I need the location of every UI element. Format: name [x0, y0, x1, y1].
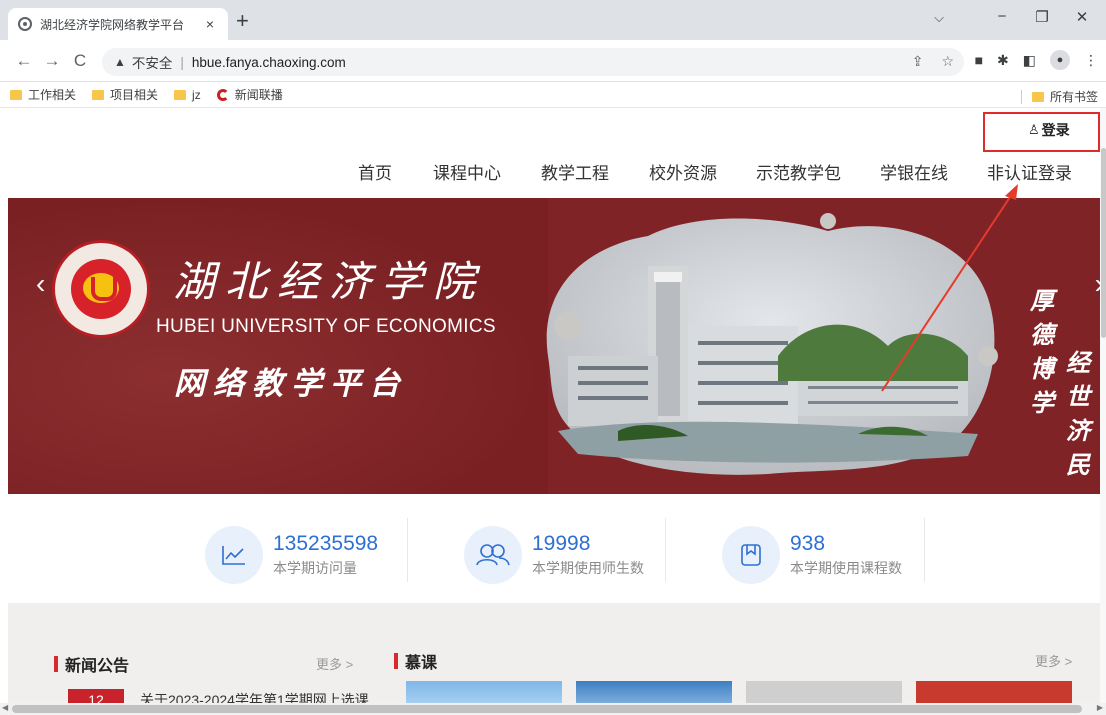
nav-item-teaching-project[interactable]: 教学工程	[541, 159, 609, 184]
tab-strip: 湖北经济学院网络教学平台 × + ⌵ − ❐ ✕	[0, 0, 1106, 40]
stat-label: 本学期使用师生数	[532, 560, 644, 576]
folder-icon	[1031, 91, 1044, 102]
main-navigation: 首页 课程中心 教学工程 校外资源 示范教学包 学银在线 非认证登录	[0, 159, 1106, 189]
banner-prev-arrow[interactable]: ‹	[36, 268, 45, 300]
stat-value: 938	[790, 532, 826, 555]
campus-photo	[546, 213, 998, 475]
nav-item-demo-package[interactable]: 示范教学包	[756, 159, 841, 184]
bookmark-label: 新闻联播	[234, 88, 283, 102]
title-accent-bar	[394, 653, 398, 669]
extension-icon[interactable]: ■	[975, 52, 983, 68]
bookmark-news[interactable]: 新闻联播	[216, 86, 283, 103]
back-button[interactable]: ←	[10, 51, 38, 71]
bookmark-label: 工作相关	[28, 88, 77, 102]
puzzle-icon[interactable]: ✱	[997, 52, 1009, 69]
vertical-scrollbar[interactable]	[1100, 108, 1106, 703]
address-separator: |	[180, 54, 184, 70]
stat-label: 本学期访问量	[273, 560, 357, 576]
close-window-button[interactable]: ✕	[1062, 8, 1102, 26]
platform-name: 网络教学平台	[174, 366, 408, 402]
share-icon[interactable]: ⇪	[912, 53, 924, 70]
reload-button[interactable]: C	[66, 51, 94, 71]
stat-courses: 938 本学期使用课程数	[722, 516, 902, 594]
hero-banner: ‹ 湖北经济学院 HUBEI UNIVERSITY OF ECONOMICS 网…	[8, 198, 1106, 494]
stat-divider	[665, 518, 666, 582]
extension-icons: ■ ✱ ◧ ● ⋮	[975, 50, 1098, 70]
bookmark-folder-work[interactable]: 工作相关	[10, 86, 76, 103]
profile-avatar-icon[interactable]: ●	[1050, 50, 1070, 70]
warning-icon[interactable]: ▲	[114, 55, 126, 69]
scroll-thumb[interactable]	[1101, 148, 1106, 338]
nav-item-xueyin-online[interactable]: 学银在线	[880, 159, 948, 184]
bookmark-star-icon[interactable]: ☆	[941, 53, 954, 70]
news-title-text: 新闻公告	[65, 658, 130, 675]
window-controls: − ❐ ✕	[982, 8, 1102, 26]
stat-label: 本学期使用课程数	[790, 560, 902, 576]
browser-tab[interactable]: 湖北经济学院网络教学平台 ×	[8, 8, 228, 40]
new-tab-button[interactable]: +	[236, 10, 249, 32]
stat-divider	[924, 518, 925, 582]
bookmark-label: jz	[192, 87, 201, 102]
nav-item-home[interactable]: 首页	[358, 159, 392, 184]
university-english-name: HUBEI UNIVERSITY OF ECONOMICS	[156, 316, 496, 337]
bookmark-folder-jz[interactable]: jz	[174, 88, 201, 102]
globe-icon	[18, 17, 32, 31]
user-icon: ♙	[1028, 122, 1040, 137]
trend-chart-icon	[205, 526, 263, 584]
news-section-title: 新闻公告	[54, 652, 129, 676]
university-chinese-name: 湖北经济学院	[173, 257, 486, 306]
restore-button[interactable]: ❐	[1022, 8, 1062, 26]
security-label[interactable]: 不安全	[132, 52, 173, 72]
stat-divider	[407, 518, 408, 582]
url-text[interactable]: hbue.fanya.chaoxing.com	[192, 55, 346, 70]
mooc-more-link[interactable]: 更多 >	[1035, 651, 1072, 670]
omnibox-actions: ⇪ ☆	[912, 53, 954, 70]
bookmarks-bar: 工作相关 项目相关 jz 新闻联播 所有书签	[0, 82, 1106, 108]
motto-column-2: 经世济民	[1066, 348, 1090, 479]
scroll-right-arrow[interactable]: ▶	[1097, 703, 1103, 712]
tab-search-dropdown-icon[interactable]: ⌵	[934, 10, 944, 26]
nav-item-noncert-login[interactable]: 非认证登录	[987, 159, 1072, 184]
book-icon	[722, 526, 780, 584]
content-section: 新闻公告 更多 > 慕课 更多 > 12 关于2023-2024学年第1学期网上…	[8, 603, 1100, 715]
title-accent-bar	[54, 656, 58, 672]
bookmark-folder-projects[interactable]: 项目相关	[92, 86, 158, 103]
users-icon	[464, 526, 522, 584]
folder-icon	[174, 89, 187, 100]
motto-column-1: 厚德博学	[1030, 286, 1054, 417]
bookmark-label: 项目相关	[110, 88, 159, 102]
tab-title: 湖北经济学院网络教学平台	[40, 17, 185, 32]
stat-value: 19998	[532, 532, 591, 555]
mooc-section-title: 慕课	[394, 649, 437, 673]
tab-close-button[interactable]: ×	[202, 16, 218, 32]
folder-icon	[10, 89, 22, 100]
login-label: 登录	[1041, 122, 1070, 138]
bookmark-divider	[1020, 89, 1022, 104]
forward-button[interactable]: →	[38, 51, 66, 71]
news-more-link[interactable]: 更多 >	[316, 654, 353, 673]
nav-item-courses[interactable]: 课程中心	[433, 159, 501, 184]
nav-item-external-resources[interactable]: 校外资源	[649, 159, 717, 184]
minimize-button[interactable]: −	[982, 8, 1022, 26]
scroll-thumb[interactable]	[12, 705, 1082, 713]
address-bar[interactable]: ▲ 不安全 | hbue.fanya.chaoxing.com ⇪ ☆	[102, 48, 964, 76]
stat-visits: 135235598 本学期访问量	[205, 516, 378, 594]
scroll-left-arrow[interactable]: ◀	[2, 703, 8, 712]
side-panel-icon[interactable]: ◧	[1023, 52, 1036, 69]
stat-users: 19998 本学期使用师生数	[464, 516, 644, 594]
stat-value: 135235598	[273, 532, 379, 555]
university-logo	[52, 240, 150, 338]
all-bookmarks-button[interactable]: 所有书签	[1020, 88, 1098, 105]
mooc-title-text: 慕课	[405, 655, 438, 672]
menu-dots-icon[interactable]: ⋮	[1084, 52, 1098, 69]
cctv-icon	[216, 88, 229, 101]
horizontal-scrollbar[interactable]: ◀ ▶	[0, 703, 1106, 715]
all-bookmarks-label: 所有书签	[1049, 90, 1098, 104]
browser-toolbar: ← → C ▲ 不安全 | hbue.fanya.chaoxing.com ⇪ …	[0, 40, 1106, 82]
login-link[interactable]: ♙ 登录	[1028, 120, 1070, 140]
folder-icon	[92, 89, 105, 100]
